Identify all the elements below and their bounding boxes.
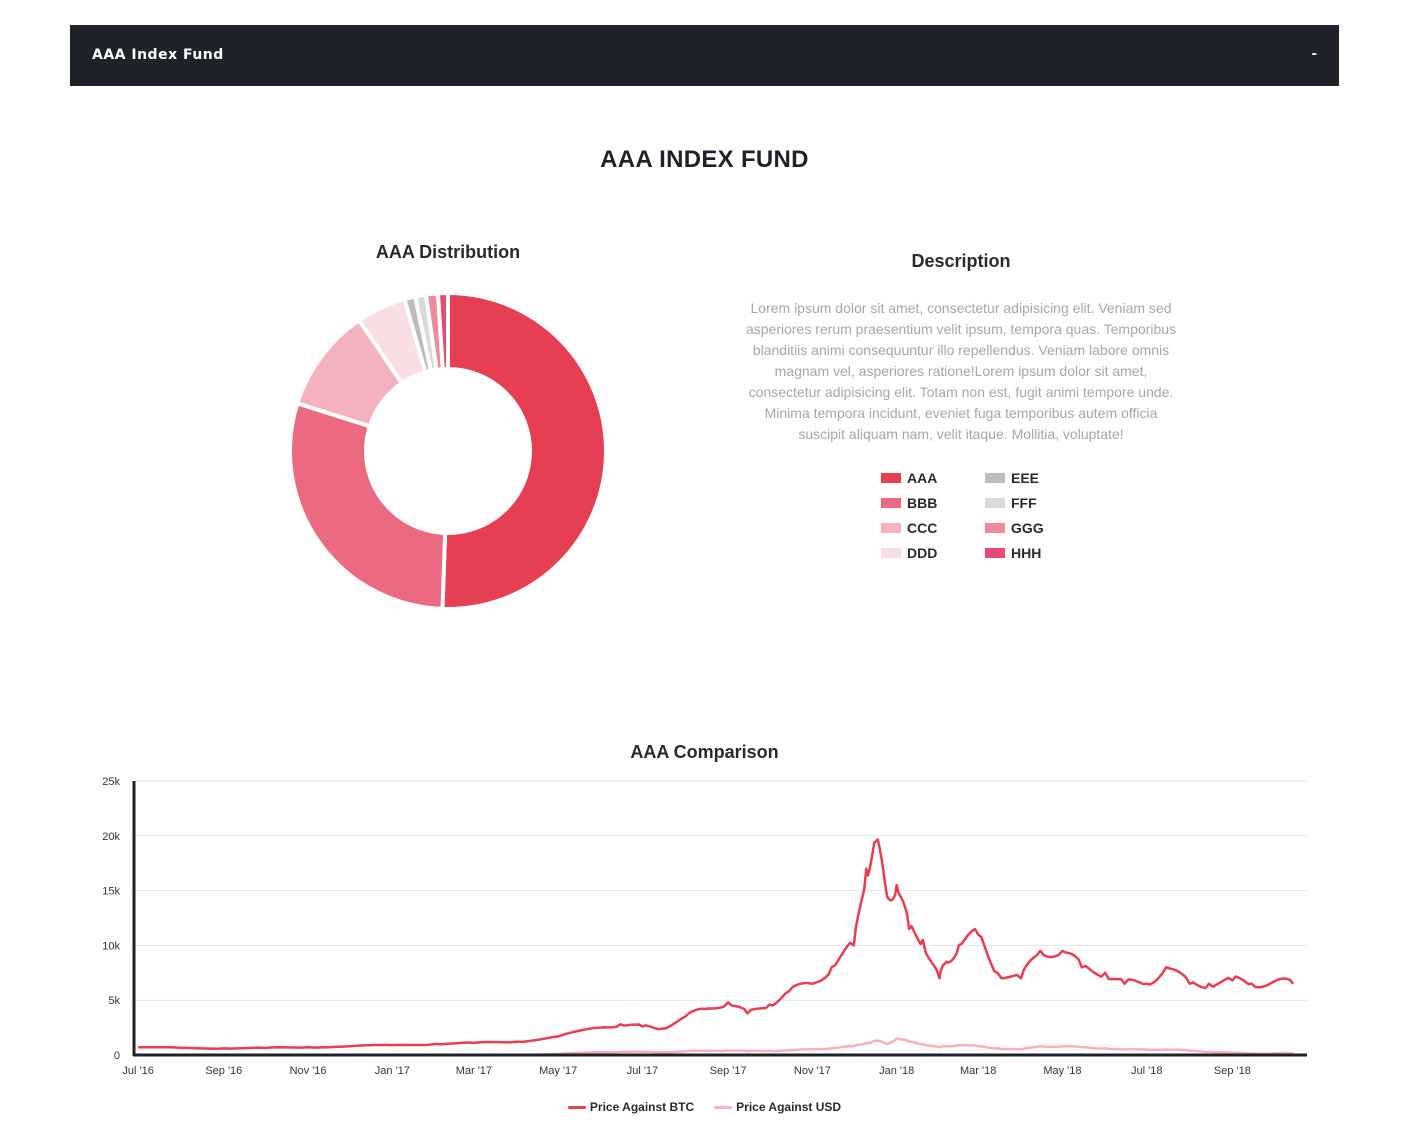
legend-swatch (881, 473, 901, 483)
donut-slice-bbb[interactable] (288, 400, 448, 611)
series-legend-label: Price Against BTC (589, 1100, 695, 1114)
navbar-brand[interactable]: AAA Index Fund (92, 47, 224, 63)
legend-label: BBB (907, 495, 938, 511)
series-legend-label: Price Against USD (736, 1100, 842, 1114)
x-tick-label: Mar '17 (456, 1065, 492, 1077)
x-tick-label: Jan '18 (879, 1065, 914, 1077)
x-tick-label: Jul '17 (627, 1065, 658, 1077)
y-tick-label: 0 (114, 1050, 120, 1062)
legend-swatch (985, 548, 1005, 558)
x-tick-label: Jul '16 (122, 1065, 153, 1077)
navbar: AAA Index Fund - (70, 25, 1339, 86)
legend-label: FFF (1011, 495, 1037, 511)
description-title: Description (911, 251, 1011, 271)
legend-swatch (881, 523, 901, 533)
x-tick-label: Nov '17 (794, 1065, 831, 1077)
legend-item-ddd[interactable]: DDD (881, 544, 937, 562)
legend-item-ggg[interactable]: GGG (985, 519, 1044, 537)
legend-label: EEE (1011, 470, 1040, 486)
description-text: Lorem ipsum dolor sit amet, consectetur … (745, 300, 1177, 442)
y-tick-label: 5k (108, 995, 120, 1007)
x-tick-label: Mar '18 (960, 1065, 996, 1077)
x-tick-label: Sep '16 (205, 1065, 242, 1077)
x-tick-label: May '18 (1043, 1065, 1081, 1077)
series-legend-line (714, 1105, 733, 1109)
legend-swatch (881, 548, 901, 558)
comparison-legend: Price Against BTC Price Against USD (0, 1100, 1409, 1114)
legend-swatch (881, 498, 901, 508)
legend-item-eee[interactable]: EEE (985, 469, 1039, 487)
legend-swatch (985, 523, 1005, 533)
x-tick-label: Jan '17 (375, 1065, 410, 1077)
legend-item-hhh[interactable]: HHH (985, 544, 1041, 562)
series-legend-btc[interactable]: Price Against BTC (567, 1100, 695, 1114)
x-tick-label: Sep '18 (1214, 1065, 1251, 1077)
legend-swatch (985, 473, 1005, 483)
donut-slice-aaa[interactable] (440, 291, 608, 611)
navbar-toggle-button[interactable]: - (1312, 45, 1317, 63)
legend-item-fff[interactable]: FFF (985, 494, 1037, 512)
x-tick-label: Nov '16 (290, 1065, 327, 1077)
y-tick-label: 25k (102, 776, 120, 788)
legend-label: GGG (1011, 520, 1044, 536)
legend-label: DDD (907, 545, 938, 561)
comparison-chart-title: AAA Comparison (630, 742, 779, 762)
x-tick-label: Jul '18 (1131, 1065, 1162, 1077)
legend-label: HHH (1011, 545, 1042, 561)
page-title: AAA INDEX FUND (600, 146, 809, 173)
y-tick-label: 15k (102, 886, 120, 898)
legend-item-aaa[interactable]: AAA (881, 469, 937, 487)
legend-label: CCC (907, 520, 938, 536)
series-line-btc[interactable] (138, 838, 1295, 1050)
y-tick-label: 10k (102, 940, 120, 952)
x-tick-label: Sep '17 (710, 1065, 747, 1077)
x-tick-label: May '17 (539, 1065, 577, 1077)
y-tick-label: 20k (102, 831, 120, 843)
legend-swatch (985, 498, 1005, 508)
legend-item-ccc[interactable]: CCC (881, 519, 937, 537)
comparison-line-chart[interactable]: 0 5k 10k 15k 20k 25k Jul '16 Sep '16 Nov '16 Jan … (90, 770, 1320, 1080)
distribution-donut-chart[interactable] (288, 291, 608, 611)
distribution-chart-title: AAA Distribution (375, 242, 521, 262)
series-legend-line (567, 1105, 586, 1109)
series-legend-usd[interactable]: Price Against USD (714, 1100, 841, 1114)
legend-label: AAA (907, 470, 938, 486)
legend-item-bbb[interactable]: BBB (881, 494, 937, 512)
